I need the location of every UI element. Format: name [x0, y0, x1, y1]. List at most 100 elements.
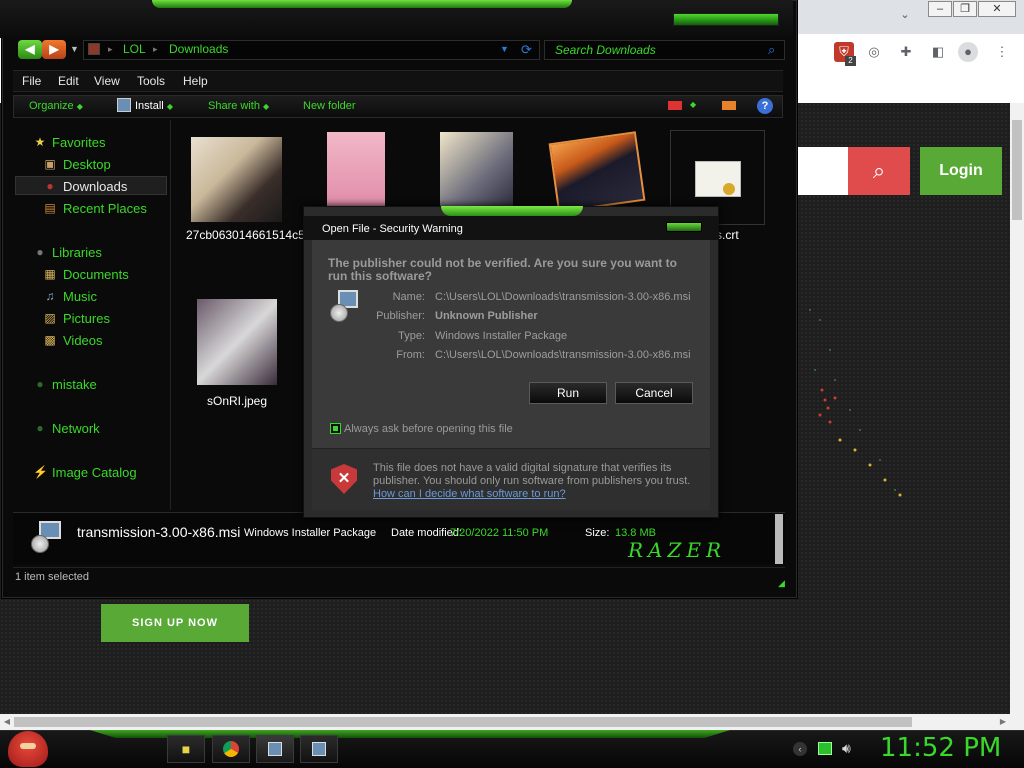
new-folder-button[interactable]: New folder: [303, 100, 356, 112]
always-ask-label[interactable]: Always ask before opening this file: [344, 423, 513, 435]
search-icon[interactable]: ⌕: [768, 42, 775, 58]
star-icon: ★: [34, 135, 46, 149]
forward-button[interactable]: ▶: [42, 40, 66, 59]
taskbar-installer-button[interactable]: [256, 735, 294, 763]
file-thumbnail-image[interactable]: [191, 137, 282, 222]
site-search-input[interactable]: [790, 147, 848, 195]
file-name-png[interactable]: 27cb063014661514c5b53742a0fbf2763d5ee17e…: [186, 227, 468, 243]
file-thumbnail-image[interactable]: [197, 299, 277, 385]
dropdown-dot-icon[interactable]: ◆: [690, 100, 696, 109]
puzzle-icon[interactable]: ✚: [896, 42, 916, 62]
nav-favorites[interactable]: Favorites: [52, 135, 105, 150]
minimize-button[interactable]: –: [928, 1, 952, 17]
angry-bird-icon: [20, 743, 36, 749]
window-caption-buttons[interactable]: [673, 13, 779, 26]
file-thumbnail-image[interactable]: [440, 132, 513, 210]
preview-pane-icon[interactable]: [722, 101, 736, 110]
file-name-crt[interactable]: s.crt: [716, 227, 746, 243]
tray-app-icon[interactable]: [818, 742, 832, 755]
profile-icon[interactable]: ●: [958, 42, 978, 62]
menu-file[interactable]: File: [22, 74, 41, 88]
nav-documents[interactable]: Documents: [63, 267, 129, 282]
nav-downloads[interactable]: Downloads: [63, 179, 127, 194]
breadcrumb-lol[interactable]: LOL: [123, 42, 146, 56]
titlebar-accent: [152, 0, 572, 8]
recent-places-icon: ▤: [44, 201, 56, 215]
cancel-button[interactable]: Cancel: [615, 382, 693, 404]
from-value: C:\Users\LOL\Downloads\transmission-3.00…: [435, 349, 691, 361]
taskbar-explorer-button[interactable]: ■: [167, 735, 205, 763]
file-thumbnail-image[interactable]: [548, 131, 646, 213]
menu-help[interactable]: Help: [183, 74, 208, 88]
file-name-jpeg[interactable]: sOnRI.jpeg: [190, 393, 284, 409]
refresh-icon[interactable]: ⟳: [521, 42, 532, 58]
music-icon: ♫: [45, 289, 55, 303]
nav-network[interactable]: Network: [52, 421, 100, 436]
menu-tools[interactable]: Tools: [137, 74, 165, 88]
warning-text: This file does not have a valid digital …: [373, 462, 691, 487]
nav-music[interactable]: Music: [63, 289, 97, 304]
forward-arrow-icon: ▶: [49, 42, 59, 56]
breadcrumb-downloads[interactable]: Downloads: [169, 42, 228, 56]
always-ask-checkbox[interactable]: [330, 423, 341, 434]
menu-icon[interactable]: ⋮: [992, 42, 1012, 62]
scroll-right-arrow-icon[interactable]: ▶: [996, 715, 1010, 729]
help-link[interactable]: How can I decide what software to run?: [373, 488, 566, 500]
type-label: Type:: [398, 330, 425, 342]
libraries-icon: ●: [36, 245, 44, 259]
name-value: C:\Users\LOL\Downloads\transmission-3.00…: [435, 291, 691, 303]
close-button[interactable]: ✕: [978, 1, 1016, 17]
resize-grip-icon[interactable]: ◢: [778, 578, 785, 589]
volume-icon[interactable]: 🔊︎: [842, 740, 851, 757]
install-button[interactable]: Install ◆: [135, 100, 173, 112]
status-text: 1 item selected: [15, 571, 89, 583]
page-horizontal-scroll-thumb[interactable]: [14, 717, 912, 727]
nav-pictures[interactable]: Pictures: [63, 311, 110, 326]
address-dropdown-icon[interactable]: ▼: [500, 44, 509, 54]
start-button[interactable]: [8, 731, 48, 767]
record-icon[interactable]: ◎: [864, 42, 884, 62]
file-thumbnail-image[interactable]: [327, 132, 385, 210]
page-vertical-scroll-thumb[interactable]: [1012, 120, 1022, 220]
help-icon[interactable]: ?: [757, 98, 773, 114]
login-button[interactable]: Login: [920, 147, 1002, 195]
back-button[interactable]: ◀: [18, 40, 42, 59]
address-bar[interactable]: [83, 40, 540, 60]
type-value: Windows Installer Package: [435, 330, 568, 342]
nav-mistake[interactable]: mistake: [52, 377, 97, 392]
nav-recent-places[interactable]: Recent Places: [63, 201, 147, 216]
site-search-button[interactable]: ⌕: [848, 147, 910, 195]
menu-view[interactable]: View: [94, 74, 120, 88]
restore-button[interactable]: ❐: [953, 1, 977, 17]
details-type: Windows Installer Package: [244, 527, 377, 539]
image-catalog-icon: ⚡: [33, 465, 48, 479]
search-downloads-input[interactable]: Search Downloads: [544, 40, 785, 60]
signup-button[interactable]: SIGN UP NOW: [101, 604, 249, 642]
from-label: From:: [396, 349, 425, 361]
menu-edit[interactable]: Edit: [58, 74, 79, 88]
breadcrumb-separator-icon: ▸: [153, 44, 158, 54]
share-with-button[interactable]: Share with ◆: [208, 100, 269, 112]
publisher-value: Unknown Publisher: [435, 310, 538, 322]
nav-videos[interactable]: Videos: [63, 333, 103, 348]
nav-desktop[interactable]: Desktop: [63, 157, 111, 172]
sidepanel-icon[interactable]: ◧: [928, 42, 948, 62]
extension-badge: 2: [845, 56, 856, 66]
recent-dropdown-icon[interactable]: ▼: [70, 44, 79, 54]
dialog-close-button[interactable]: [666, 222, 702, 232]
razer-logo: RAZER: [628, 538, 727, 562]
computer-icon: ●: [36, 377, 44, 391]
install-label: Install: [135, 100, 164, 112]
taskbar-installer-button[interactable]: [300, 735, 338, 763]
tab-search-chevron-icon[interactable]: ⌄: [898, 8, 912, 22]
organize-button[interactable]: Organize ◆: [29, 100, 83, 112]
nav-libraries[interactable]: Libraries: [52, 245, 102, 260]
scroll-left-arrow-icon[interactable]: ◀: [0, 715, 14, 729]
network-icon: ●: [36, 421, 44, 435]
taskbar-clock[interactable]: 11:52 PM: [880, 733, 1001, 763]
taskbar-chrome-button[interactable]: [212, 735, 250, 763]
run-button[interactable]: Run: [529, 382, 607, 404]
tray-expand-icon[interactable]: ‹: [793, 742, 807, 756]
nav-image-catalog[interactable]: Image Catalog: [52, 465, 137, 480]
view-options-icon[interactable]: [668, 101, 682, 110]
